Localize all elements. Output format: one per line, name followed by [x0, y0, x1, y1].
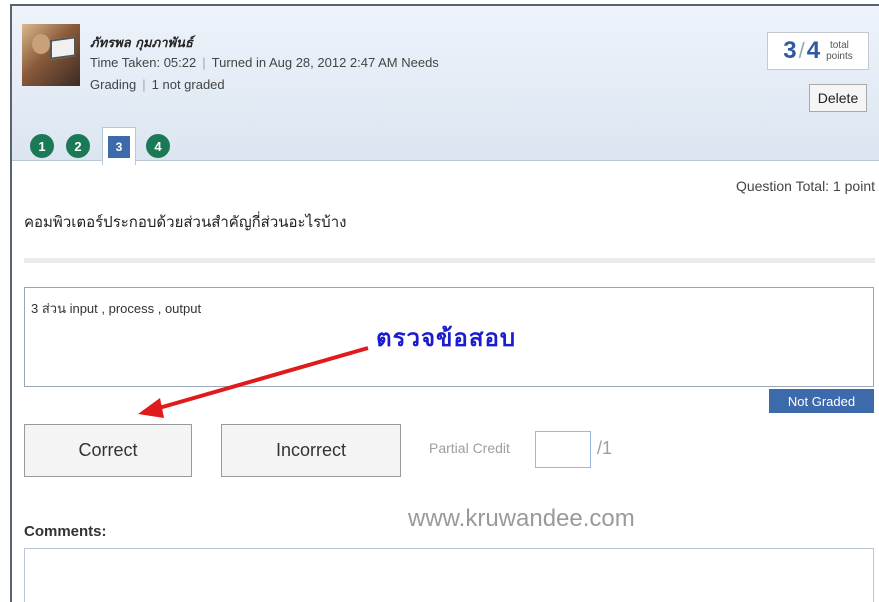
question-nav-2[interactable]: 2 — [66, 134, 90, 158]
submission-header: ภัทรพล กุมภาพันธ์ Time Taken: 05:22 | Turn… — [12, 6, 879, 165]
question-nav-3-label: 3 — [108, 135, 130, 158]
comments-label: Comments: — [24, 523, 107, 540]
student-answer-text: 3 ส่วน input , process , output — [31, 301, 202, 316]
score-label: total points — [826, 40, 853, 62]
not-graded-badge: Not Graded — [769, 389, 874, 413]
submission-meta-line-2: Grading | 1 not graded — [90, 77, 225, 92]
watermark: www.kruwandee.com — [408, 505, 635, 532]
score-total: 4 — [806, 37, 821, 64]
delete-button[interactable]: Delete — [809, 84, 867, 112]
time-taken: Time Taken: 05:22 — [90, 55, 197, 70]
question-nav-3-active[interactable]: 3 — [102, 127, 136, 165]
student-name: ภัทรพล กุมภาพันธ์ — [90, 36, 193, 51]
section-divider — [24, 258, 875, 263]
student-avatar — [22, 24, 80, 86]
meta-separator: | — [202, 55, 206, 70]
question-total: Question Total: 1 point — [735, 178, 875, 194]
score-earned: 3 — [783, 37, 797, 64]
partial-credit-input[interactable] — [535, 431, 591, 468]
not-graded-count: 1 not graded — [151, 77, 225, 92]
meta-separator: | — [142, 77, 146, 92]
question-prompt: คอมพิวเตอร์ประกอบด้วยส่วนสำคัญกี่ส่วนอะไ… — [24, 214, 347, 231]
question-nav-4[interactable]: 4 — [146, 134, 170, 158]
submission-meta-line-1: Time Taken: 05:22 | Turned in Aug 28, 2012… — [90, 55, 439, 70]
incorrect-button[interactable]: Incorrect — [221, 424, 401, 477]
question-nav-1[interactable]: 1 — [30, 134, 54, 158]
question-navigation: 1 2 3 4 — [30, 126, 182, 165]
annotation-text: ตรวจข้อสอบ — [376, 325, 517, 352]
grading-status-text: Grading — [90, 77, 137, 92]
turned-in-info: Turned in Aug 28, 2012 2:47 AM Needs — [211, 55, 439, 70]
grading-page: ภัทรพล กุมภาพันธ์ Time Taken: 05:22 | Turn… — [0, 0, 879, 602]
correct-button[interactable]: Correct — [24, 424, 192, 477]
comments-textarea[interactable] — [24, 548, 874, 602]
annotation-arrow — [138, 346, 369, 418]
score-slash: / — [798, 38, 805, 63]
partial-credit-label: Partial Credit — [429, 440, 510, 456]
score-summary: 3 / 4 total points — [767, 32, 869, 70]
partial-credit-max: /1 — [597, 438, 613, 458]
